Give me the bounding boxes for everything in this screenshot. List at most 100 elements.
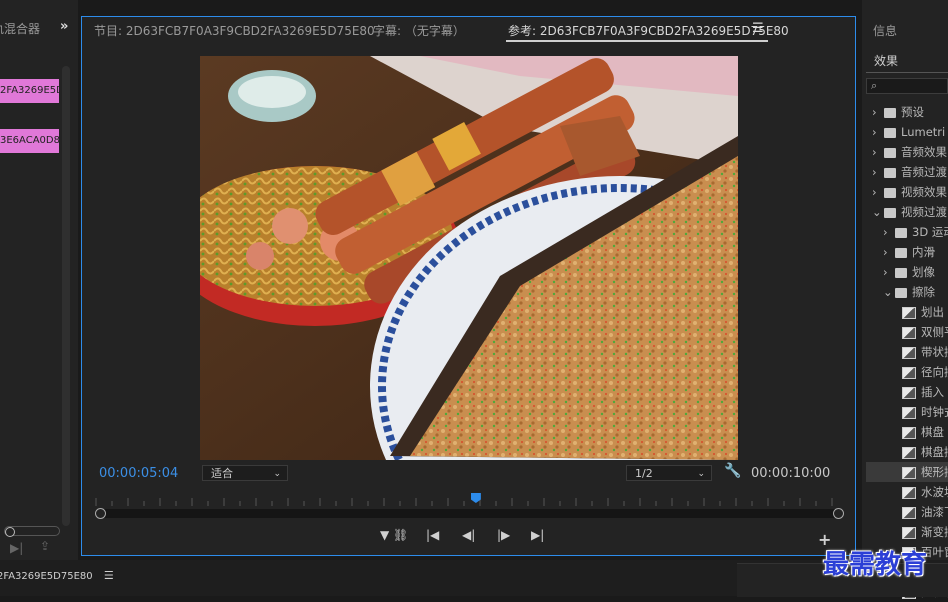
effects-tree-item[interactable]: › 视频效果	[866, 182, 948, 202]
chevron-down-icon: ⌄	[273, 469, 281, 479]
effects-tree-item[interactable]: › 音频效果	[866, 142, 948, 162]
effects-tree-label: 油漆飞溅	[921, 505, 948, 519]
effects-tree-item[interactable]: 径向擦除	[866, 362, 948, 382]
sequence-name: 2FA3269E5D75E80	[0, 571, 93, 582]
folder-icon	[884, 207, 896, 218]
search-icon: ⌕	[871, 79, 878, 92]
effects-tree-label: 音频过渡	[901, 165, 947, 179]
effects-tree-item[interactable]: › 音频过渡	[866, 162, 948, 182]
effects-tree-item[interactable]: 双侧平推门	[866, 322, 948, 342]
effects-tree-item[interactable]: 水波块	[866, 482, 948, 502]
tab-effects[interactable]: 效果	[874, 52, 898, 69]
folder-icon	[895, 247, 907, 258]
effects-search-input[interactable]: ⌕	[866, 78, 948, 94]
scrub-bar[interactable]	[98, 509, 840, 518]
effects-tree-label: 渐变擦除	[921, 525, 948, 539]
sequence-tab-label[interactable]: 2FA3269E5D75E80 ☰	[0, 569, 114, 582]
transition-icon	[902, 426, 916, 439]
out-point-handle[interactable]	[833, 508, 844, 519]
audio-mixer-tab-label[interactable]: 轨混合器	[0, 20, 40, 37]
effects-tree-item[interactable]: 划出	[866, 302, 948, 322]
go-to-in-icon[interactable]: |◀	[426, 528, 439, 542]
preset-folder-icon	[884, 127, 896, 138]
effects-tree-item[interactable]: › 预设	[866, 102, 948, 122]
effects-tree-item[interactable]: › 3D 运动	[866, 222, 948, 242]
effects-tree-label: 音频效果	[901, 145, 947, 159]
clip-label[interactable]: 2FA3269E5D	[0, 79, 59, 103]
effects-tree-item[interactable]: › Lumetri 预设	[866, 122, 948, 142]
effects-tree-item[interactable]: 棋盘擦除	[866, 442, 948, 462]
transition-icon	[902, 466, 916, 479]
effects-tree-label: 时钟式擦除	[921, 405, 948, 419]
step-back-icon[interactable]: ◀|	[462, 528, 475, 542]
tab-captions[interactable]: 字幕: （无字幕）	[373, 22, 465, 39]
step-forward-icon[interactable]: |▶	[497, 528, 510, 542]
export-frame-icon[interactable]: ⇪	[40, 539, 50, 553]
effects-tree-item[interactable]: 楔形擦除	[866, 462, 948, 482]
fit-dropdown[interactable]: 适合 ⌄	[202, 465, 288, 481]
effects-tree-label: 插入	[921, 385, 944, 399]
chevron-right-icon[interactable]: ›	[883, 262, 895, 282]
chevron-right-icon[interactable]: ›	[883, 222, 895, 242]
effects-tree-label: 擦除	[912, 285, 935, 299]
add-marker-icon[interactable]: ▼	[380, 528, 389, 542]
time-ruler[interactable]	[92, 496, 840, 506]
folder-icon	[884, 187, 896, 198]
effects-tree-item[interactable]: 带状擦除	[866, 342, 948, 362]
active-tab-indicator	[506, 40, 768, 42]
folder-icon	[895, 227, 907, 238]
chevron-down-icon[interactable]: ⌄	[883, 282, 895, 302]
chevron-down-icon[interactable]: ⌄	[872, 202, 884, 222]
resolution-dropdown[interactable]: 1/2 ⌄	[626, 465, 712, 481]
effects-tree-label: 楔形擦除	[921, 465, 948, 479]
chevron-right-icon[interactable]: ›	[872, 102, 884, 122]
vertical-scrollbar[interactable]	[62, 66, 70, 526]
chevron-down-icon: ⌄	[697, 469, 705, 479]
effects-tree-item[interactable]: › 划像	[866, 262, 948, 282]
chevron-right-icon[interactable]: ›	[872, 162, 884, 182]
panel-menu-icon[interactable]: ☰	[752, 21, 764, 36]
effects-tree-item[interactable]: ⌄ 擦除	[866, 282, 948, 302]
link-icon[interactable]: ⛓	[393, 528, 408, 542]
effects-tree-label: 视频效果	[901, 185, 947, 199]
effects-tree-item[interactable]: 插入	[866, 382, 948, 402]
chevron-right-icon[interactable]: ›	[872, 142, 884, 162]
tab-info[interactable]: 信息	[873, 22, 897, 39]
transition-icon	[902, 446, 916, 459]
scroll-knob[interactable]	[5, 527, 15, 537]
chevron-right-icon[interactable]: ›	[872, 182, 884, 202]
clip-label[interactable]: 3E6ACA0D83	[0, 129, 59, 153]
effects-tree-label: 水波块	[921, 485, 948, 499]
food-image	[200, 56, 738, 460]
chevron-right-icon[interactable]: ›	[883, 242, 895, 262]
effects-tree-label: 3D 运动	[912, 225, 948, 239]
current-timecode[interactable]: 00:00:05:04	[99, 466, 178, 481]
panel-menu-icon[interactable]: ☰	[104, 569, 114, 582]
effects-tree-label: 棋盘擦除	[921, 445, 948, 459]
panel-expand-icon[interactable]: »	[60, 19, 68, 34]
resolution-dropdown-value: 1/2	[635, 467, 653, 480]
folder-icon	[884, 147, 896, 158]
effects-tree-label: 划像	[912, 265, 935, 279]
effects-tree-label: Lumetri 预设	[901, 125, 948, 139]
transition-icon	[902, 386, 916, 399]
tab-reference[interactable]: 参考: 2D63FCB7F0A3F9CBD2FA3269E5D75E80	[508, 22, 789, 39]
effects-tree-item[interactable]: 棋盘	[866, 422, 948, 442]
effects-tree-item[interactable]: › 内滑	[866, 242, 948, 262]
watermark-logo: 最需教育	[823, 550, 928, 580]
effects-tree-item[interactable]: 时钟式擦除	[866, 402, 948, 422]
effects-tree-item[interactable]: ⌄ 视频过渡	[866, 202, 948, 222]
wrench-icon[interactable]: 🔧	[724, 463, 741, 479]
preset-folder-icon	[884, 107, 896, 118]
effects-tree-item[interactable]: 油漆飞溅	[866, 502, 948, 522]
tab-program[interactable]: 节目: 2D63FCB7F0A3F9CBD2FA3269E5D75E80	[94, 22, 375, 39]
in-point-handle[interactable]	[95, 508, 106, 519]
effects-tree-item[interactable]: 渐变擦除	[866, 522, 948, 542]
folder-icon	[895, 267, 907, 278]
chevron-right-icon[interactable]: ›	[872, 122, 884, 142]
transition-icon	[902, 486, 916, 499]
transition-icon	[902, 366, 916, 379]
step-forward-icon[interactable]: ▶|	[10, 541, 23, 555]
go-to-out-icon[interactable]: ▶|	[531, 528, 544, 542]
effects-tree-label: 棋盘	[921, 425, 944, 439]
